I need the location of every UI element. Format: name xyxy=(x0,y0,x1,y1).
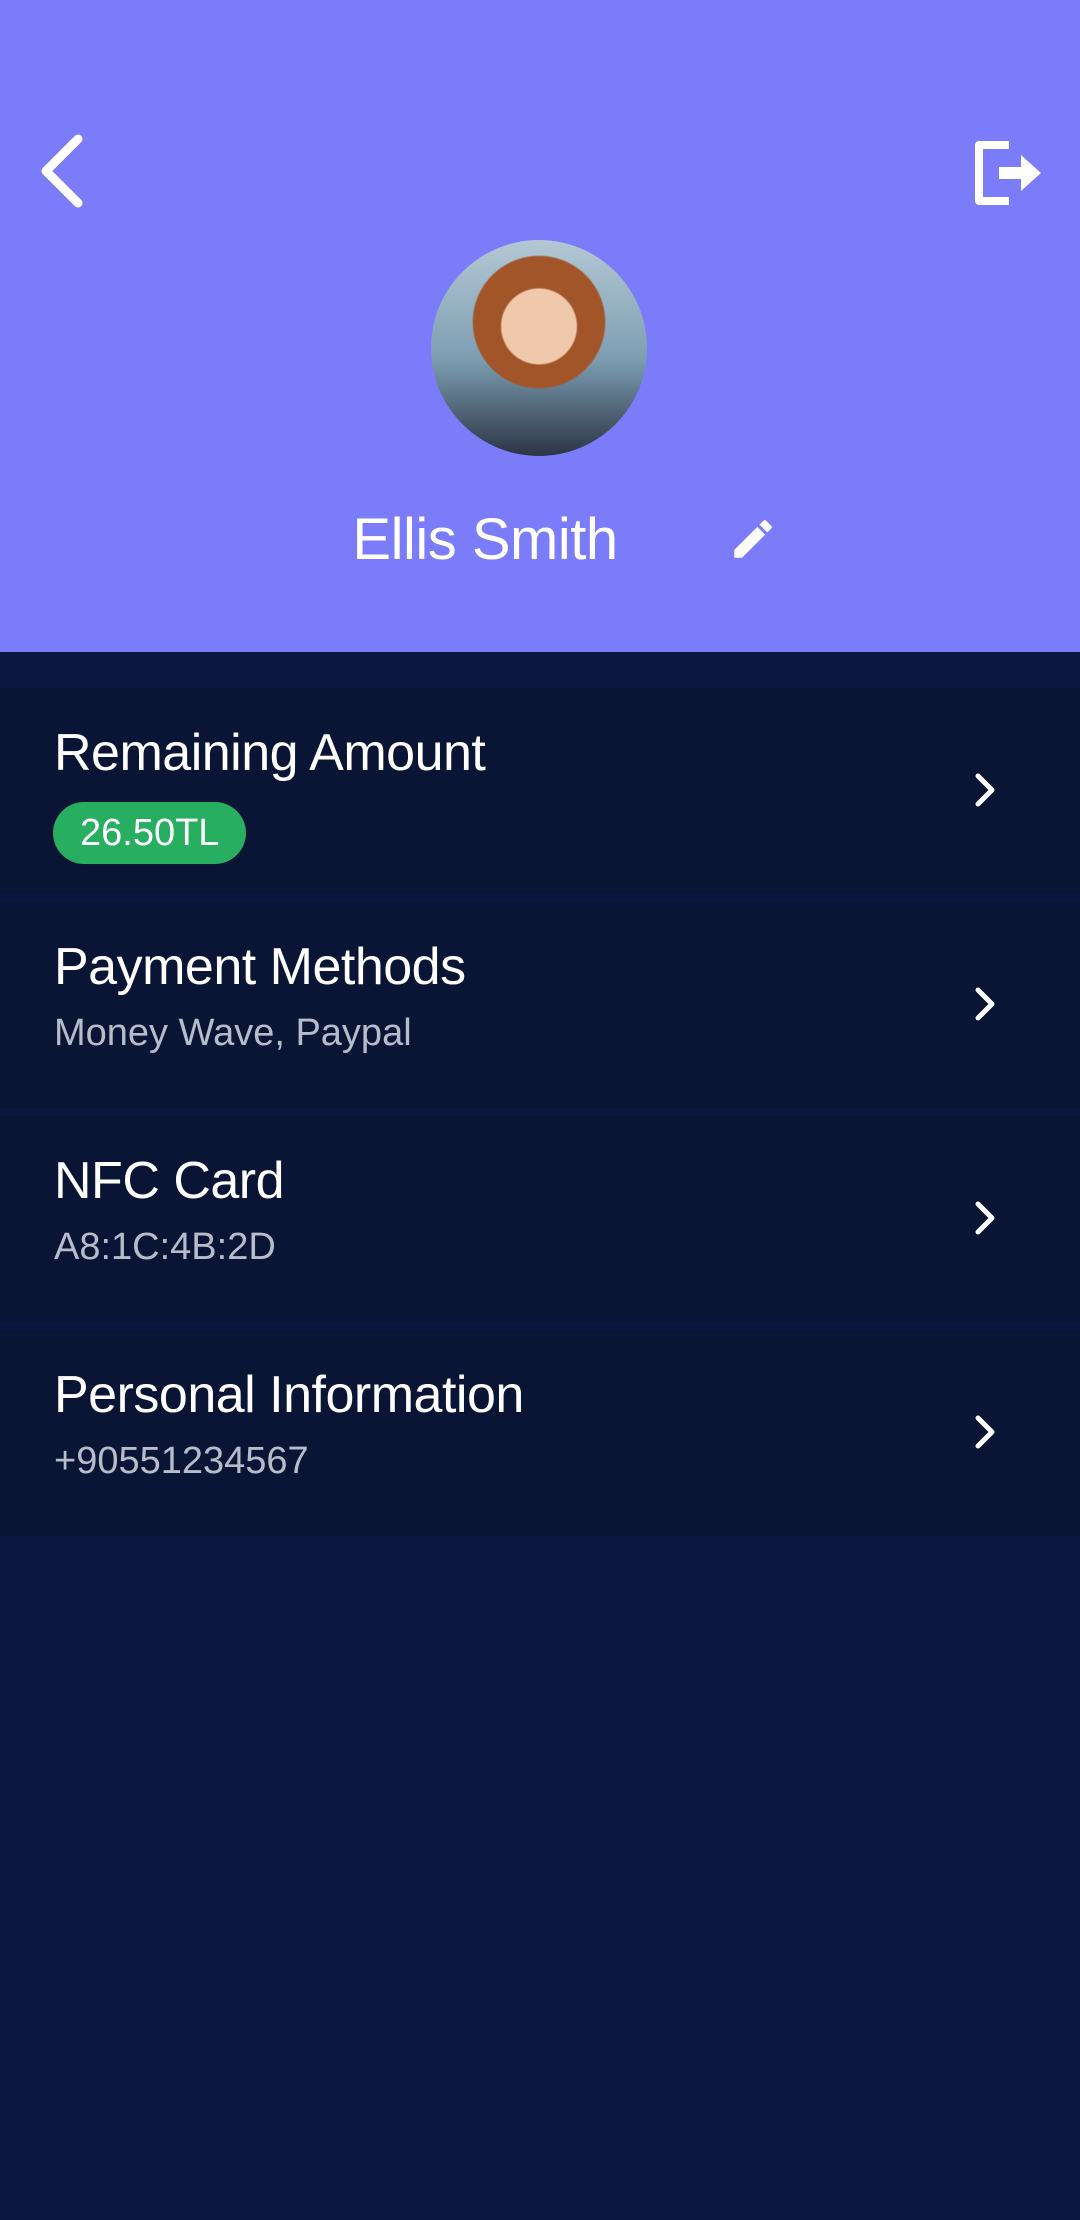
menu-item-title: NFC Card xyxy=(54,1152,285,1210)
menu-item-personal-information[interactable]: Personal Information +90551234567 xyxy=(0,1330,1080,1536)
menu-item-remaining-amount[interactable]: Remaining Amount 26.50TL xyxy=(0,688,1080,894)
chevron-right-icon xyxy=(960,760,1010,820)
user-name: Ellis Smith xyxy=(352,507,618,572)
chevron-left-icon xyxy=(41,134,83,208)
menu-item-title: Remaining Amount xyxy=(54,724,486,782)
chevron-right-icon xyxy=(960,1402,1010,1462)
menu-item-title: Personal Information xyxy=(54,1366,524,1424)
menu-item-payment-methods[interactable]: Payment Methods Money Wave, Paypal xyxy=(0,902,1080,1108)
profile-menu-list: Remaining Amount 26.50TL Payment Methods… xyxy=(0,688,1080,1544)
avatar[interactable] xyxy=(431,240,647,456)
chevron-right-icon xyxy=(960,974,1010,1034)
chevron-right-icon xyxy=(960,1188,1010,1248)
menu-item-subtitle: A8:1C:4B:2D xyxy=(54,1226,276,1268)
profile-header: Ellis Smith xyxy=(0,0,1080,652)
balance-badge: 26.50TL xyxy=(53,802,247,864)
menu-item-subtitle: Money Wave, Paypal xyxy=(54,1012,412,1054)
logout-button[interactable] xyxy=(962,128,1052,218)
menu-item-subtitle: +90551234567 xyxy=(54,1440,309,1482)
menu-item-title: Payment Methods xyxy=(54,938,466,996)
logout-icon xyxy=(975,141,1041,205)
menu-item-nfc-card[interactable]: NFC Card A8:1C:4B:2D xyxy=(0,1116,1080,1322)
edit-name-button[interactable] xyxy=(720,506,786,572)
pencil-icon xyxy=(734,520,772,558)
back-button[interactable] xyxy=(28,126,98,216)
